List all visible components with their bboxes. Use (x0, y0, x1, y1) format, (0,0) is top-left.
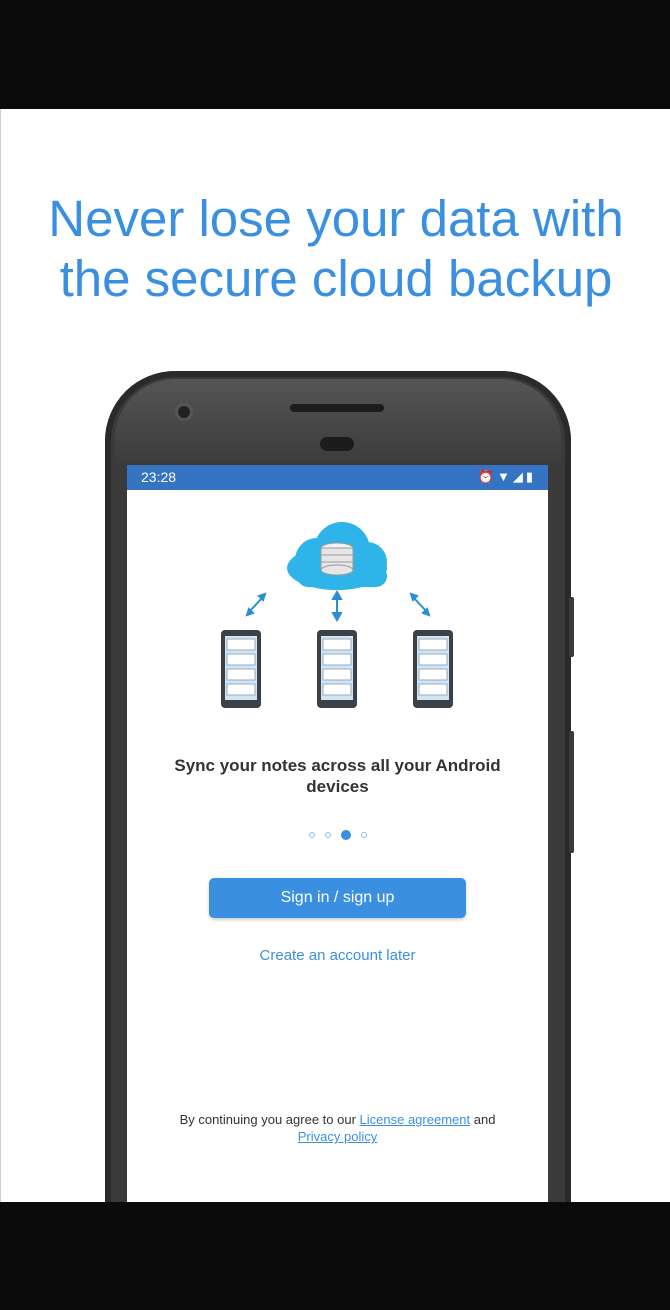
onboarding-message: Sync your notes across all your Android … (174, 756, 501, 796)
phone-sensor (320, 437, 354, 451)
license-agreement-link[interactable]: License agreement (360, 1112, 471, 1127)
promo-panel: Never lose your data with the secure clo… (0, 109, 670, 1202)
bottom-letterbox (0, 1202, 670, 1310)
promo-headline: Never lose your data with the secure clo… (1, 189, 670, 309)
phone-volume-button (569, 731, 574, 853)
signal-icon: ◢ (512, 469, 526, 484)
cloud-sync-illustration (221, 522, 453, 708)
wifi-icon: ▼ (496, 469, 513, 484)
status-time: 23:28 (141, 469, 177, 485)
phone-top-bezel (115, 379, 561, 469)
top-letterbox (0, 0, 670, 109)
create-account-later-link[interactable]: Create an account later (127, 947, 548, 964)
terms-conjunction: and (473, 1112, 496, 1127)
alarm-icon: ⏰ (477, 469, 497, 484)
privacy-policy-link[interactable]: Privacy policy (298, 1129, 377, 1144)
page-dot-3-active[interactable] (340, 829, 351, 840)
device-left-icon (221, 630, 261, 708)
device-right-icon (413, 630, 453, 708)
terms-notice: By continuing you agree to our License a… (147, 1111, 528, 1145)
status-icons: ⏰▼◢▮ (478, 469, 536, 485)
sync-arrows-icon (245, 589, 431, 623)
page-dot-1[interactable] (308, 831, 315, 838)
page-dot-2[interactable] (324, 831, 331, 838)
headline-line-1: Never lose your data with (48, 190, 624, 247)
page-indicator (127, 826, 548, 844)
sign-in-button[interactable]: Sign in / sign up (209, 878, 466, 918)
device-center-icon (317, 630, 357, 708)
terms-prefix: By continuing you agree to our (179, 1112, 356, 1127)
phone-frame: 23:28 ⏰▼◢▮ Sync your notes across all yo… (105, 371, 571, 1202)
front-camera (175, 403, 193, 421)
battery-icon: ▮ (525, 469, 536, 484)
headline-line-2: the secure cloud backup (59, 250, 613, 307)
phone-power-button (569, 597, 574, 657)
phone-screen: 23:28 ⏰▼◢▮ Sync your notes across all yo… (127, 465, 548, 1202)
status-bar: 23:28 ⏰▼◢▮ (127, 465, 548, 490)
phone-speaker (290, 404, 384, 412)
database-icon (320, 542, 354, 576)
page-dot-4[interactable] (360, 831, 367, 838)
